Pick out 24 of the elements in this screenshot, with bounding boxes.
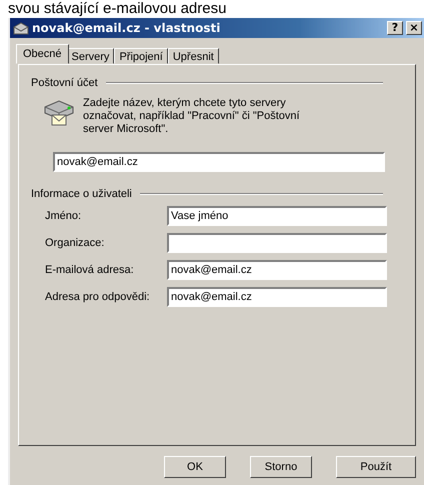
close-button[interactable]: × — [406, 21, 422, 35]
tab[interactable]: Upřesnit — [168, 48, 219, 64]
field-label: Adresa pro odpovědi: — [45, 291, 151, 303]
field-label: E-mailová adresa: — [45, 264, 135, 276]
description-text: Zadejte název, kterým chcete tyto servery označovat, například "Pracovní" či "Poštovní server Microsoft". — [83, 97, 301, 136]
dialog-button[interactable]: Použít — [336, 456, 416, 478]
tab[interactable]: Připojení — [114, 48, 168, 64]
help-button[interactable]: ? — [387, 21, 403, 35]
tab[interactable]: Servery — [66, 48, 114, 64]
envelope-icon — [13, 21, 29, 35]
field-label: Organizace: — [45, 237, 106, 249]
group-heading: Poštovní účet — [31, 77, 98, 89]
group-heading: Informace o uživateli — [31, 188, 132, 200]
dialog-button[interactable]: Storno — [250, 456, 312, 478]
input-field[interactable]: novak@email.cz — [167, 260, 387, 280]
input-field[interactable]: novak@email.cz — [167, 287, 387, 307]
slide-caption: svou stávající e-mailovou adresu — [7, 0, 228, 18]
tab[interactable]: Obecné — [16, 44, 69, 64]
input-field[interactable]: Vase jméno — [167, 206, 387, 226]
window-title: novak@email.cz - vlastnosti — [32, 21, 222, 35]
input-field[interactable] — [167, 233, 387, 253]
account-name-field[interactable]: novak@email.cz — [53, 152, 385, 172]
dialog-button[interactable]: OK — [164, 456, 226, 478]
field-label: Jméno: — [45, 210, 82, 222]
